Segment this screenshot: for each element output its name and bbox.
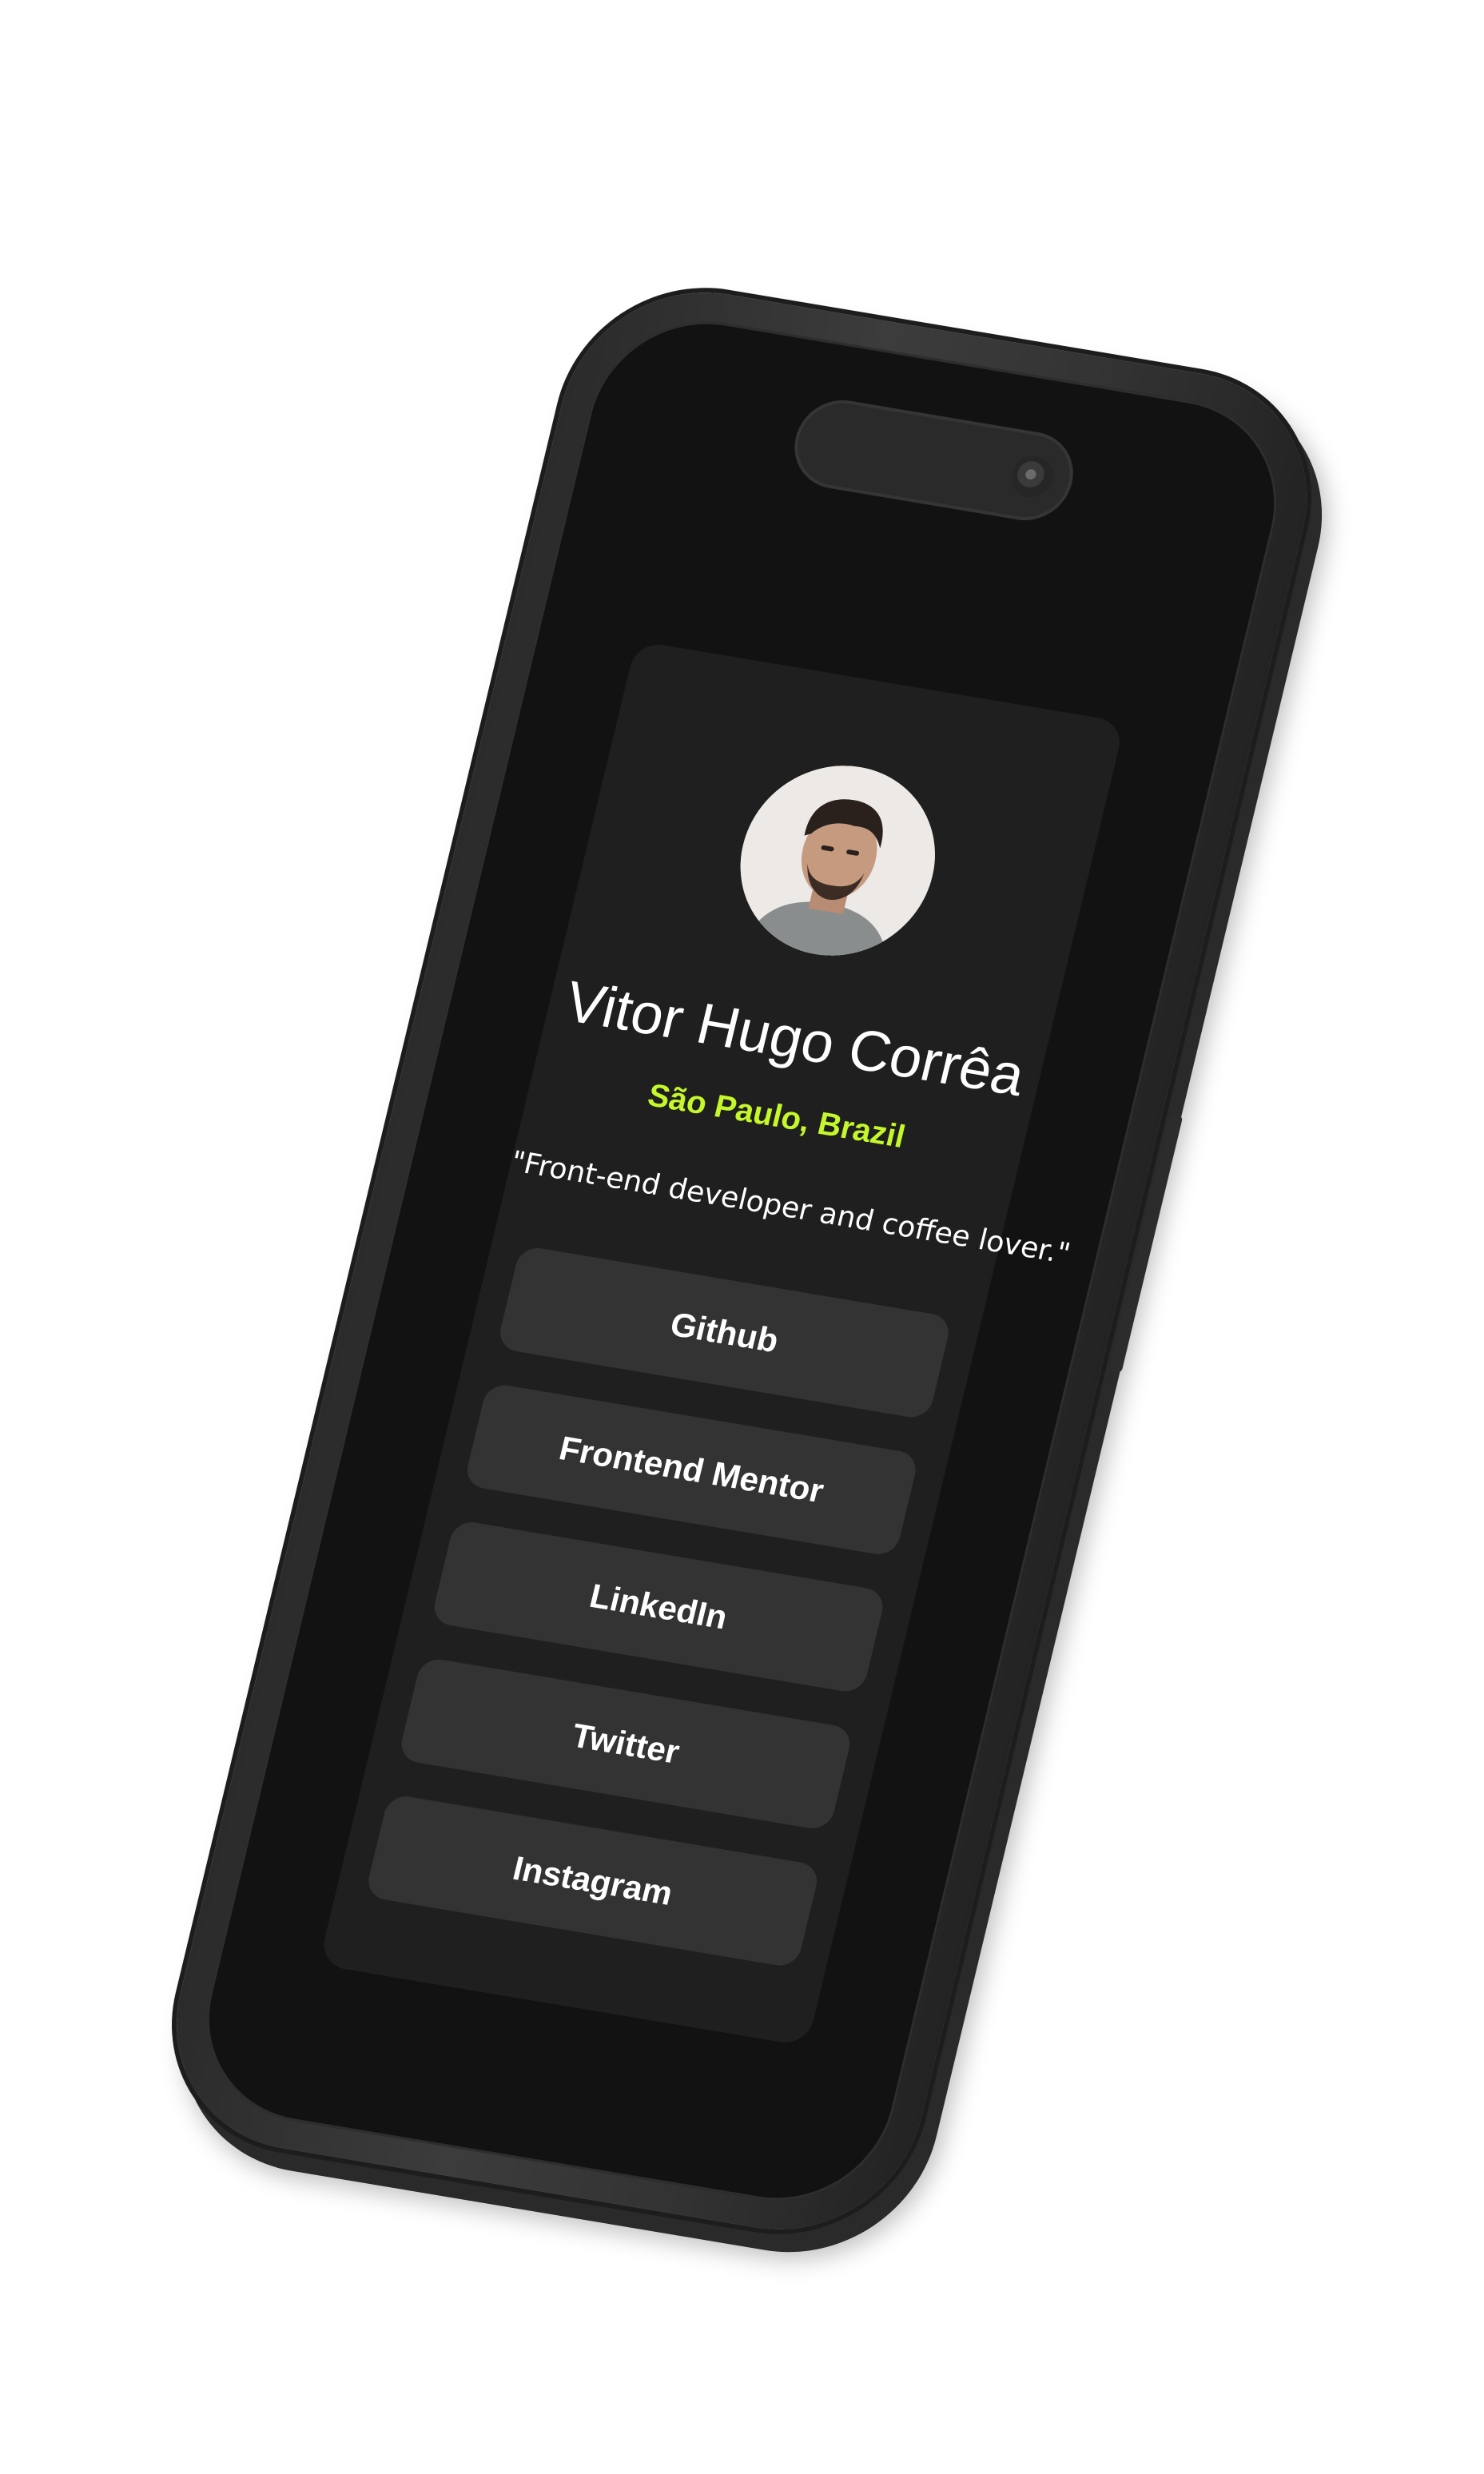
profile-card: Vitor Hugo Corrêa São Paulo, Brazil "Fro…	[318, 640, 1125, 2047]
avatar	[720, 751, 955, 970]
front-camera-icon	[1007, 452, 1058, 501]
dynamic-island	[785, 393, 1083, 527]
github-link-button[interactable]: Github	[495, 1245, 953, 1421]
frontend-mentor-link-button[interactable]: Frontend Mentor	[463, 1382, 920, 1557]
stage: Vitor Hugo Corrêa São Paulo, Brazil "Fro…	[0, 0, 1484, 2474]
twitter-link-button[interactable]: Twitter	[397, 1656, 854, 1832]
instagram-link-button[interactable]: Instagram	[364, 1793, 822, 1969]
profile-bio: "Front-end developer and coffee lover."	[507, 1145, 1074, 1271]
phone-screen: Vitor Hugo Corrêa São Paulo, Brazil "Fro…	[183, 304, 1300, 2217]
linkedin-link-button[interactable]: LinkedIn	[430, 1519, 887, 1695]
social-links: Github Frontend Mentor LinkedIn Twitter …	[356, 1245, 953, 2003]
phone-mockup: Vitor Hugo Corrêa São Paulo, Brazil "Fro…	[148, 272, 1335, 2250]
avatar-photo	[720, 751, 955, 970]
